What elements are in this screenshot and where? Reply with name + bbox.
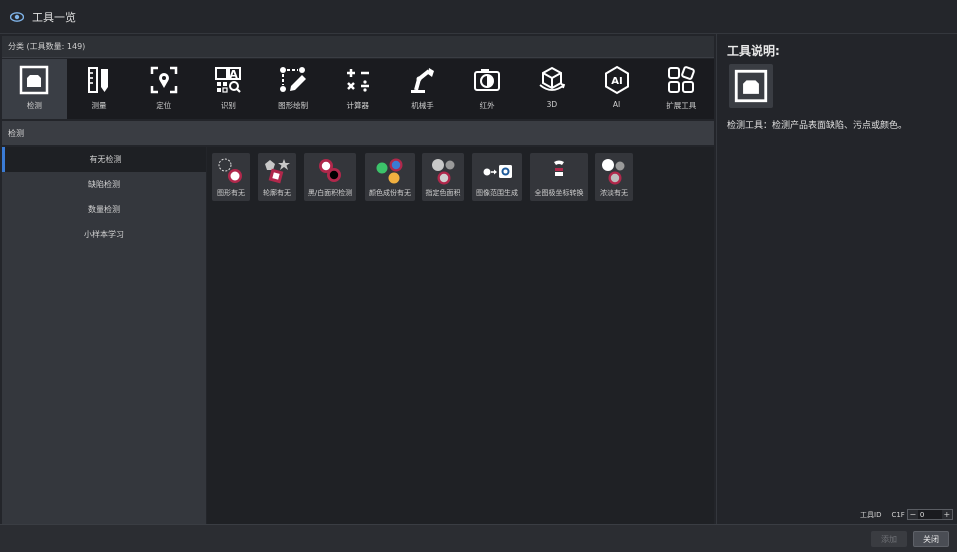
category-label: 测量 bbox=[91, 101, 107, 110]
draw-shape-icon bbox=[280, 67, 307, 92]
bottom-bar: 添加 关闭 bbox=[0, 524, 957, 552]
subcategory-header: 检测 bbox=[2, 121, 714, 145]
tool-label: 颜色成份有无 bbox=[369, 189, 411, 197]
category-bar: 检测 测量 定位 A 识别 图形绘制 计算器 机械手 红外 3D AI AI 扩… bbox=[2, 59, 714, 119]
close-button[interactable]: 关闭 bbox=[913, 531, 949, 547]
tool-label: 浓淡有无 bbox=[600, 189, 628, 197]
description-title: 工具说明: bbox=[727, 44, 780, 58]
infrared-icon bbox=[474, 69, 501, 91]
subcategory-item[interactable]: 有无检测 bbox=[2, 147, 206, 172]
category-label: 识别 bbox=[220, 101, 236, 110]
svg-text:AI: AI bbox=[611, 76, 622, 87]
inspection-icon bbox=[20, 65, 49, 95]
tool-shape-presence[interactable]: 图形有无 bbox=[212, 153, 250, 201]
tool-id-input[interactable]: 0 bbox=[917, 510, 942, 519]
3d-icon bbox=[539, 66, 565, 91]
bw-area-icon bbox=[319, 159, 341, 182]
eye-icon bbox=[10, 11, 24, 22]
tool-id-row: 工具ID C1F − 0 + bbox=[860, 509, 953, 520]
window-title: 工具一览 bbox=[32, 10, 76, 24]
category-infrared[interactable]: 红外 bbox=[455, 59, 520, 119]
tool-label: 指定色面积 bbox=[425, 189, 461, 197]
ai-icon: AI bbox=[604, 65, 629, 95]
tool-bw-area[interactable]: 黑/白面积检测 bbox=[304, 153, 356, 201]
add-button[interactable]: 添加 bbox=[871, 531, 907, 547]
calculator-icon bbox=[346, 69, 369, 92]
category-ai[interactable]: AI AI bbox=[584, 59, 649, 119]
image-range-icon bbox=[483, 165, 512, 178]
tool-specified-color-area[interactable]: 指定色面积 bbox=[422, 153, 464, 201]
tool-polar-transform[interactable]: 全图极坐标转换 bbox=[530, 153, 588, 201]
category-label: 3D bbox=[546, 100, 558, 109]
recognize-icon: A bbox=[215, 67, 242, 93]
tool-label: 图形有无 bbox=[217, 189, 245, 197]
category-3d[interactable]: 3D bbox=[520, 59, 585, 119]
tool-color-component[interactable]: 颜色成份有无 bbox=[365, 153, 415, 201]
robot-arm-icon bbox=[411, 68, 435, 93]
subcategory-item[interactable]: 小样本学习 bbox=[2, 222, 206, 247]
category-label: 扩展工具 bbox=[666, 101, 697, 110]
decrement-button[interactable]: − bbox=[907, 510, 918, 519]
shade-presence-icon bbox=[602, 159, 625, 185]
tool-id-prefix: C1F bbox=[891, 510, 905, 519]
category-robot-arm[interactable]: 机械手 bbox=[390, 59, 455, 119]
increment-button[interactable]: + bbox=[941, 510, 952, 519]
tool-label: 黑/白面积检测 bbox=[307, 189, 353, 197]
tool-id-label: 工具ID bbox=[860, 510, 882, 519]
subcategory-item[interactable]: 数量检测 bbox=[2, 197, 206, 222]
category-label: 图形绘制 bbox=[278, 101, 309, 110]
locate-icon bbox=[150, 66, 177, 94]
tool-contour-presence[interactable]: 轮廓有无 bbox=[258, 153, 296, 201]
tool-label: 全图极坐标转换 bbox=[534, 189, 584, 197]
category-label: 机械手 bbox=[411, 101, 434, 110]
description-panel: 工具说明: 检测工具：检测产品表面缺陷、污点或颜色。 工具ID C1F − 0 … bbox=[716, 34, 957, 524]
description-text: 检测工具：检测产品表面缺陷、污点或颜色。 bbox=[727, 121, 908, 131]
tool-browser: 分类 (工具数量: 149) 检测 测量 定位 A 识别 图形绘制 计算器 机械… bbox=[0, 34, 716, 524]
category-label: 检测 bbox=[26, 101, 42, 110]
shape-presence-icon bbox=[218, 158, 242, 183]
tool-label: 轮廓有无 bbox=[263, 189, 291, 197]
specified-color-area-icon bbox=[432, 159, 455, 185]
category-measure[interactable]: 测量 bbox=[67, 59, 132, 119]
inspection-icon bbox=[734, 69, 768, 103]
tool-grid: 图形有无 轮廓有无 黑/白面积检测 颜色成份有无 指定色面积 图像范围生成 全图… bbox=[207, 147, 714, 524]
category-locate[interactable]: 定位 bbox=[131, 59, 196, 119]
title-bar: 工具一览 bbox=[0, 0, 957, 34]
description-icon-box bbox=[729, 64, 773, 108]
tool-image-range[interactable]: 图像范围生成 bbox=[472, 153, 522, 201]
subcategory-list: 有无检测 缺陷检测 数量检测 小样本学习 bbox=[2, 147, 206, 524]
ruler-pen-icon bbox=[88, 67, 109, 93]
color-component-icon bbox=[376, 158, 403, 184]
category-label: 定位 bbox=[156, 101, 172, 110]
polar-transform-icon bbox=[554, 160, 564, 176]
category-extension[interactable]: 扩展工具 bbox=[649, 59, 714, 119]
contour-presence-icon bbox=[265, 159, 290, 184]
tool-label: 图像范围生成 bbox=[476, 189, 518, 197]
category-label: AI bbox=[612, 100, 621, 109]
tool-shade-presence[interactable]: 浓淡有无 bbox=[595, 153, 633, 201]
category-header: 分类 (工具数量: 149) bbox=[2, 36, 714, 58]
tool-id-stepper: − 0 + bbox=[906, 509, 953, 520]
category-calculator[interactable]: 计算器 bbox=[325, 59, 390, 119]
category-recognize[interactable]: A 识别 bbox=[196, 59, 261, 119]
extension-icon bbox=[668, 66, 696, 93]
category-label: 红外 bbox=[479, 101, 495, 110]
subcategory-item[interactable]: 缺陷检测 bbox=[2, 172, 206, 197]
category-label: 计算器 bbox=[346, 101, 370, 110]
category-inspection[interactable]: 检测 bbox=[2, 59, 67, 119]
category-draw-shape[interactable]: 图形绘制 bbox=[261, 59, 326, 119]
